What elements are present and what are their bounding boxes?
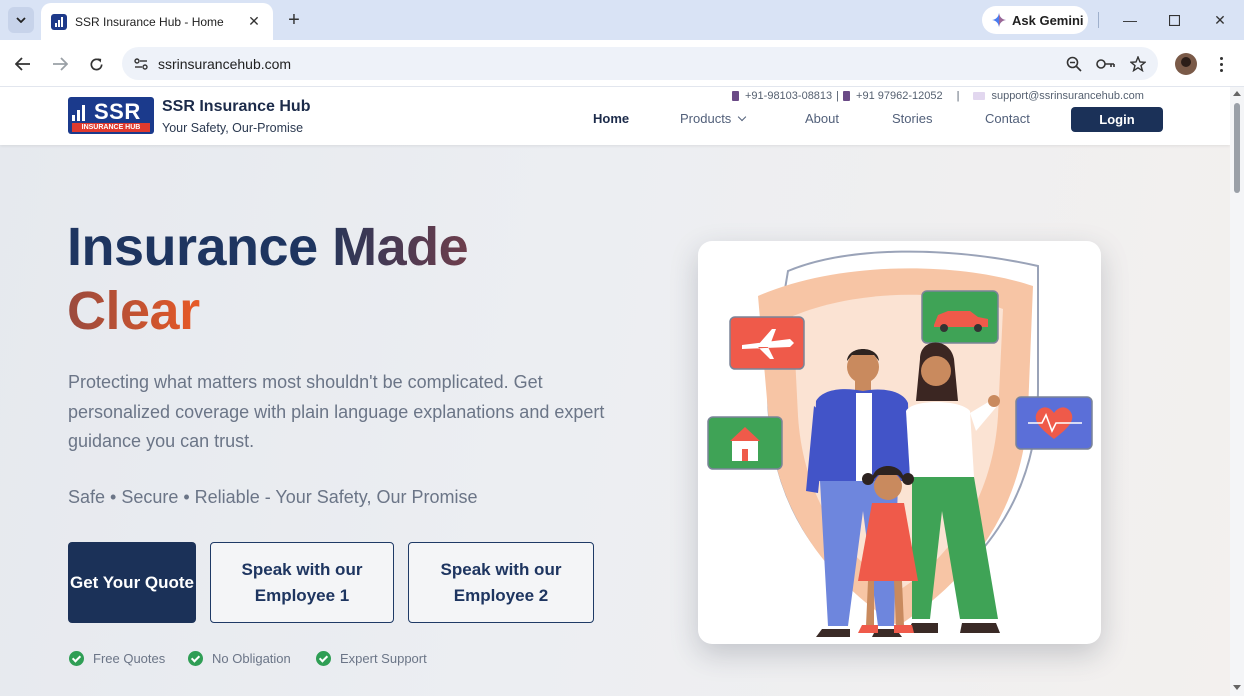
feature-item: Free Quotes [69, 651, 165, 666]
close-icon[interactable]: ✕ [245, 13, 263, 31]
nav-products-label: Products [680, 111, 732, 126]
brand-tagline: Your Safety, Our-Promise [162, 121, 304, 135]
car-icon [921, 290, 999, 344]
phone-icon [843, 91, 851, 101]
contact-line: +91-98103-08813 | +91 97962-12052 | supp… [732, 90, 1144, 102]
hero-description: Protecting what matters most shouldn't b… [68, 372, 605, 451]
nav-stories[interactable]: Stories [892, 111, 932, 126]
contact-separator: | [836, 90, 840, 102]
browser-tab[interactable]: SSR Insurance Hub - Home ✕ [41, 3, 273, 40]
tab-search-icon[interactable] [8, 7, 34, 33]
site-header: SSR INSURANCE HUB SSR Insurance Hub Your… [0, 87, 1230, 145]
password-key-icon[interactable] [1094, 52, 1118, 76]
profile-avatar[interactable] [1175, 53, 1197, 75]
login-button[interactable]: Login [1071, 107, 1163, 132]
close-window-icon[interactable]: ✕ [1210, 10, 1230, 30]
hero-tagline: Safe • Secure • Reliable - Your Safety, … [68, 487, 478, 507]
gemini-icon [992, 13, 1006, 27]
browser-tab-bar: SSR Insurance Hub - Home ✕ + Ask Gemini … [0, 0, 1244, 40]
get-quote-button[interactable]: Get Your Quote [68, 542, 196, 623]
ask-gemini-button[interactable]: Ask Gemini [982, 6, 1088, 34]
site-favicon-icon [51, 13, 67, 30]
hero-illustration [698, 241, 1101, 644]
scroll-down-icon[interactable] [1233, 685, 1241, 690]
forward-icon[interactable] [49, 53, 71, 75]
feature-label: No Obligation [212, 651, 291, 666]
new-tab-icon[interactable]: + [282, 8, 306, 32]
scroll-up-icon[interactable] [1233, 91, 1241, 96]
nav-about[interactable]: About [805, 111, 839, 126]
house-icon [707, 416, 783, 470]
address-bar-row: ssrinsurancehub.com [0, 40, 1244, 87]
speak-employee-1-button[interactable]: Speak with our Employee 1 [210, 542, 394, 623]
phone-1[interactable]: +91-98103-08813 [745, 90, 832, 102]
check-icon [188, 651, 203, 666]
omnibox[interactable]: ssrinsurancehub.com [122, 47, 1158, 80]
page-viewport: SSR INSURANCE HUB SSR Insurance Hub Your… [0, 87, 1230, 696]
page-scrollbar[interactable] [1230, 87, 1244, 696]
bookmark-star-icon[interactable] [1126, 52, 1150, 76]
hero-headline: Insurance Made Clear [67, 215, 469, 343]
feature-label: Free Quotes [93, 651, 166, 666]
family-insurance-illustration [707, 250, 1093, 637]
feature-item: Expert Support [316, 651, 427, 666]
nav-contact[interactable]: Contact [985, 111, 1030, 126]
logo-text: SSR [94, 99, 141, 124]
logo-strip: INSURANCE HUB [72, 123, 150, 132]
heart-icon [1015, 396, 1093, 450]
feature-label: Expert Support [340, 651, 427, 666]
plane-icon [729, 316, 805, 370]
check-icon [316, 651, 331, 666]
nav-home[interactable]: Home [593, 111, 629, 126]
feature-item: No Obligation [188, 651, 291, 666]
phone-icon [732, 91, 739, 101]
speak-employee-2-button[interactable]: Speak with our Employee 2 [408, 542, 594, 623]
minimize-icon[interactable]: — [1120, 10, 1140, 30]
phone-2[interactable]: +91 97962-12052 [856, 90, 943, 102]
zoom-icon[interactable] [1062, 52, 1086, 76]
site-logo[interactable]: SSR INSURANCE HUB [68, 97, 154, 134]
chevron-down-icon [738, 112, 747, 122]
nav-products[interactable]: Products [680, 111, 747, 126]
site-info-icon[interactable] [130, 53, 152, 75]
headline-made: Made [332, 217, 469, 277]
headline-clear: Clear [67, 281, 200, 341]
back-icon[interactable] [12, 53, 34, 75]
check-icon [69, 651, 84, 666]
mail-icon [973, 92, 986, 100]
scroll-thumb[interactable] [1234, 103, 1240, 193]
window-separator [1098, 12, 1099, 28]
reload-icon[interactable] [85, 53, 107, 75]
tab-title: SSR Insurance Hub - Home [75, 14, 224, 29]
support-email[interactable]: support@ssrinsurancehub.com [991, 90, 1143, 102]
brand-name[interactable]: SSR Insurance Hub [162, 98, 310, 116]
gemini-label: Ask Gemini [1012, 12, 1084, 28]
contact-separator: | [956, 90, 960, 102]
more-menu-icon[interactable] [1212, 53, 1230, 75]
maximize-icon[interactable] [1164, 10, 1184, 30]
headline-insurance: Insurance [67, 217, 333, 277]
url-text[interactable]: ssrinsurancehub.com [158, 56, 1062, 72]
